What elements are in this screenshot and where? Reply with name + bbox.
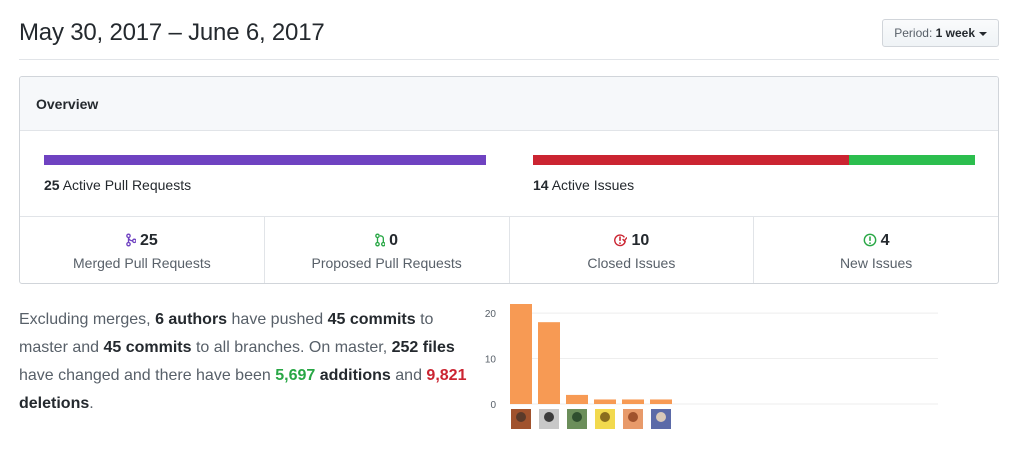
merged-pr-bar-segment bbox=[44, 155, 486, 165]
caret-down-icon bbox=[979, 31, 987, 36]
pull-requests-label: 25 Active Pull Requests bbox=[44, 177, 486, 193]
author-avatar[interactable] bbox=[595, 409, 615, 429]
chart-bar[interactable] bbox=[594, 399, 616, 404]
period-prefix: Period: bbox=[894, 26, 933, 40]
authors-count-link[interactable]: 6 authors bbox=[155, 311, 227, 328]
chart-bar[interactable] bbox=[510, 304, 532, 404]
active-pr-text: Active Pull Requests bbox=[62, 177, 192, 193]
date-range-title: May 30, 2017 – June 6, 2017 bbox=[19, 19, 325, 46]
period-dropdown-button[interactable]: Period: 1 week bbox=[882, 19, 999, 47]
chart-bar[interactable] bbox=[650, 399, 672, 404]
author-avatar[interactable] bbox=[539, 409, 559, 429]
issue-closed-icon bbox=[614, 234, 629, 247]
new-issues-label: New Issues bbox=[839, 255, 913, 271]
issues-bar bbox=[533, 155, 975, 165]
stat-value-row: 25 bbox=[20, 231, 264, 251]
stat-proposed-pull-requests[interactable]: 0 Proposed Pull Requests bbox=[263, 217, 509, 283]
commit-summary-text: Excluding merges, 6 authors have pushed … bbox=[19, 306, 469, 418]
closed-issues-value: 10 bbox=[631, 232, 650, 249]
chart-bar[interactable] bbox=[622, 399, 644, 404]
issue-opened-icon bbox=[863, 233, 877, 247]
stat-value-row: 0 bbox=[265, 231, 509, 251]
stat-new-issues[interactable]: 4 New Issues bbox=[753, 217, 998, 283]
y-tick-label: 10 bbox=[485, 355, 497, 366]
contributors-bar-chart: 0 10 20 bbox=[485, 304, 938, 429]
summary-text: to all branches. On master, bbox=[191, 339, 392, 356]
summary-text: have changed and there have been bbox=[19, 367, 276, 384]
deletions-word: deletions bbox=[19, 395, 90, 412]
overview-title: Overview bbox=[36, 96, 99, 112]
y-tick-label: 20 bbox=[485, 309, 497, 320]
chart-bar[interactable] bbox=[566, 394, 588, 404]
closed-issues-label: Closed Issues bbox=[587, 255, 676, 271]
issues-label: 14 Active Issues bbox=[533, 177, 975, 193]
additions-count: 5,697 bbox=[275, 367, 316, 384]
overview-panel: Overview 25 Active Pull Requests 14 Acti… bbox=[19, 76, 999, 284]
git-merge-icon bbox=[126, 233, 137, 247]
chart-bar[interactable] bbox=[538, 322, 560, 404]
closed-issues-bar-segment bbox=[533, 155, 849, 165]
open-issues-bar-segment bbox=[848, 155, 975, 165]
commits-all-count: 45 commits bbox=[103, 339, 192, 356]
stat-value-row: 4 bbox=[754, 231, 998, 251]
page-header: May 30, 2017 – June 6, 2017 Period: 1 we… bbox=[19, 0, 999, 60]
active-pr-count: 25 bbox=[44, 177, 60, 193]
commits-master-count: 45 commits bbox=[327, 311, 416, 328]
new-issues-value: 4 bbox=[880, 232, 890, 249]
summary-text: have pushed bbox=[227, 311, 328, 328]
overview-header: Overview bbox=[20, 77, 998, 131]
author-avatar[interactable] bbox=[567, 409, 587, 429]
files-changed-count: 252 files bbox=[391, 339, 455, 356]
pull-requests-bar bbox=[44, 155, 486, 165]
overview-stats: 25 Merged Pull Requests 0 Proposed Pull … bbox=[20, 217, 998, 283]
merged-pr-label: Merged Pull Requests bbox=[73, 255, 211, 271]
deletions-count: 9,821 bbox=[426, 367, 467, 384]
stat-merged-pull-requests[interactable]: 25 Merged Pull Requests bbox=[20, 217, 264, 283]
active-issues-count: 14 bbox=[533, 177, 549, 193]
pull-requests-summary[interactable]: 25 Active Pull Requests bbox=[44, 155, 486, 193]
proposed-pr-label: Proposed Pull Requests bbox=[311, 255, 462, 271]
stat-value-row: 10 bbox=[510, 231, 754, 251]
additions-word: additions bbox=[315, 367, 391, 384]
y-tick-label: 0 bbox=[490, 400, 496, 411]
active-issues-text: Active Issues bbox=[551, 177, 635, 193]
period-value: 1 week bbox=[935, 26, 975, 40]
summary-text: . bbox=[89, 395, 94, 412]
summary-text: and bbox=[390, 367, 427, 384]
author-avatar[interactable] bbox=[511, 409, 531, 429]
author-avatar[interactable] bbox=[651, 409, 671, 429]
stat-closed-issues[interactable]: 10 Closed Issues bbox=[508, 217, 754, 283]
issues-summary[interactable]: 14 Active Issues bbox=[533, 155, 975, 193]
author-avatar[interactable] bbox=[623, 409, 643, 429]
git-pull-request-icon bbox=[375, 233, 386, 247]
merged-pr-value: 25 bbox=[139, 232, 158, 249]
proposed-pr-value: 0 bbox=[389, 232, 399, 249]
summary-text: Excluding merges, bbox=[19, 311, 156, 328]
overview-bars: 25 Active Pull Requests 14 Active Issues bbox=[20, 131, 998, 217]
